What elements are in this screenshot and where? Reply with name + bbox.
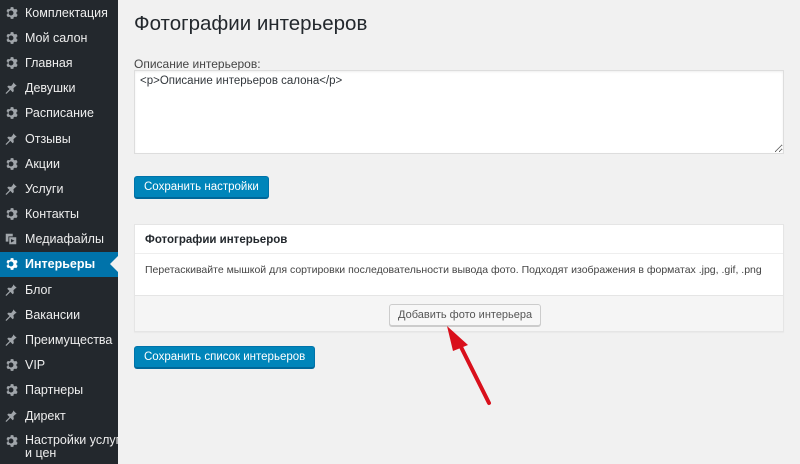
panel-divider [135,253,783,254]
sidebar-item[interactable]: Блог [0,277,118,302]
sidebar-item-label: Расписание [25,106,94,121]
sidebar-item[interactable]: Расписание [0,101,118,126]
pin-icon [4,81,18,95]
sidebar-item[interactable]: Интерьеры [0,251,118,278]
sidebar-item-label: Партнеры [25,383,84,398]
pin-icon [4,333,18,347]
sidebar-item-label: Вакансии [25,307,81,322]
sidebar-item-label: Главная [25,55,73,70]
sidebar-item-label: Комплектация [25,5,108,20]
sidebar-item[interactable]: Отзывы [0,126,118,151]
sidebar-item[interactable]: Контакты [0,202,118,227]
sidebar-item-label: Интерьеры [25,257,96,272]
pin-icon [4,283,18,297]
pin-icon [4,182,18,196]
gear-icon [4,257,18,271]
sidebar-item[interactable]: Главная [0,50,118,75]
panel-hint: Перетаскивайте мышкой для сортировки пос… [145,264,762,276]
gear-icon [4,106,18,120]
sidebar-item[interactable]: Директ [0,403,118,428]
gear-icon [4,56,18,70]
save-settings-button[interactable]: Сохранить настройки [134,176,269,198]
sidebar-item-label: Преимущества [25,333,113,348]
panel-footer: Добавить фото интерьера [135,295,783,331]
sidebar-item-label: Блог [25,282,53,297]
interior-photos-panel: Фотографии интерьеров Перетаскивайте мыш… [134,224,784,332]
save-interiors-list-button[interactable]: Сохранить список интерьеров [134,346,316,368]
gear-icon [4,207,18,221]
admin-sidebar: Комплектация Мой салон Главная Девушки Распи… [0,0,118,464]
add-interior-photo-button[interactable]: Добавить фото интерьера [389,304,542,326]
gear-icon [4,383,18,397]
sidebar-item[interactable]: Медиафайлы [0,227,118,252]
sidebar-item[interactable]: Настройки услуг и цен [0,428,118,464]
sidebar-item-label: Девушки [25,81,76,96]
sidebar-item[interactable]: Девушки [0,76,118,101]
sidebar-item[interactable]: Вакансии [0,302,118,327]
sidebar-item-label: Медиафайлы [25,232,104,247]
sidebar-item-label: Настройки услуг и цен [25,433,118,461]
sidebar-item[interactable]: Услуги [0,176,118,201]
media-icon [4,232,18,246]
sidebar-item[interactable]: VIP [0,353,118,378]
pin-icon [4,308,18,322]
sidebar-item-label: Директ [25,408,66,423]
sidebar-item-label: Акции [25,156,60,171]
sidebar-item[interactable]: Партнеры [0,378,118,403]
sidebar-item[interactable]: Комплектация [0,0,118,25]
description-label: Описание интерьеров: [134,57,261,71]
sidebar-item-label: Мой салон [25,30,88,45]
sidebar-item[interactable]: Акции [0,151,118,176]
sidebar-item[interactable]: Преимущества [0,327,118,352]
sidebar-item-label: Отзывы [25,131,71,146]
gear-icon [4,157,18,171]
sidebar-item-label: Услуги [25,181,64,196]
sidebar-item-label: VIP [25,358,46,373]
sidebar-item-label: Контакты [25,207,79,222]
pin-icon [4,132,18,146]
gear-icon [4,358,18,372]
pin-icon [4,409,18,423]
sidebar-item[interactable]: Мой салон [0,25,118,50]
page-title: Фотографии интерьеров [134,12,368,35]
gear-icon [4,434,18,448]
gear-icon [4,6,18,20]
panel-title: Фотографии интерьеров [145,234,288,246]
gear-icon [4,31,18,45]
description-textarea[interactable] [134,70,784,154]
